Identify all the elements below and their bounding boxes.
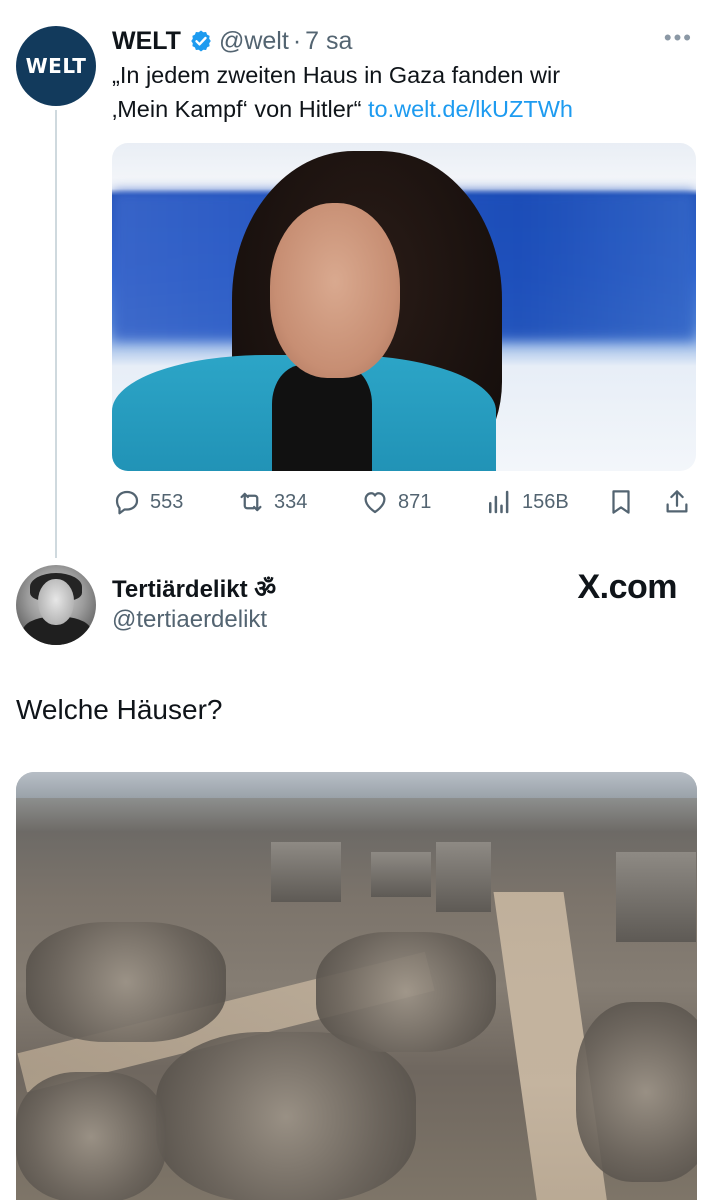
photo-sky — [16, 772, 697, 798]
tweet-link[interactable]: to.welt.de/lkUZTWh — [368, 96, 573, 122]
thread-connector-line — [55, 110, 57, 558]
post-time[interactable]: 7 sa — [305, 27, 352, 56]
bookmark-icon — [612, 490, 630, 514]
photo-turtleneck — [272, 365, 372, 471]
photo-building — [271, 842, 341, 902]
destroyed-city-photo[interactable] — [16, 772, 697, 1200]
author-handle[interactable]: @welt — [219, 27, 289, 56]
reply-icon — [115, 490, 139, 515]
author-name[interactable]: Tertiärdelikt ॐ — [112, 572, 276, 605]
tweet-text-line-1: „In jedem zweiten Haus in Gaza fanden wi… — [112, 62, 561, 88]
welt-avatar[interactable]: WELT — [16, 26, 96, 106]
tweet-media-photo[interactable] — [112, 143, 696, 471]
photo-rubble — [156, 1032, 416, 1200]
verified-badge-icon — [191, 30, 211, 52]
quoted-tweet-text: „In jedem zweiten Haus in Gaza fanden wi… — [112, 58, 692, 126]
reply-button[interactable]: 553 — [112, 482, 183, 522]
view-count: 156B — [522, 490, 569, 513]
photo-rubble — [576, 1002, 697, 1182]
share-icon — [666, 490, 688, 513]
photo-rubble — [26, 922, 226, 1042]
welt-logo: WELT — [25, 54, 87, 78]
photo-building — [616, 852, 696, 942]
photo-face — [270, 203, 400, 378]
photo-rubble — [316, 932, 496, 1052]
like-count: 871 — [398, 490, 432, 513]
repost-button[interactable]: 334 — [236, 482, 307, 522]
quoted-tweet-header: WELT @welt · 7 sa ••• — [112, 24, 693, 58]
more-options-icon[interactable]: ••• — [664, 24, 693, 52]
x-com-watermark: X.com — [577, 568, 677, 606]
tweet-actions-bar: 553 334 871 156B — [112, 482, 696, 522]
bookmark-button[interactable] — [606, 482, 644, 522]
photo-building — [371, 852, 431, 897]
tertiaerdelikt-avatar[interactable] — [16, 565, 96, 645]
views-button[interactable]: 156B — [484, 482, 569, 522]
repost-icon — [240, 492, 262, 512]
tweet-text-line-2: ‚Mein Kampf‘ von Hitler“ — [112, 96, 362, 122]
photo-building — [436, 842, 491, 912]
heart-icon — [364, 492, 386, 514]
photo-rubble — [16, 1072, 166, 1200]
separator-dot: · — [292, 26, 302, 55]
views-chart-icon — [489, 490, 509, 514]
reply-count: 553 — [150, 490, 184, 513]
author-handle[interactable]: @tertiaerdelikt — [112, 606, 267, 634]
like-button[interactable]: 871 — [360, 482, 431, 522]
author-name[interactable]: WELT — [112, 27, 181, 56]
repost-count: 334 — [274, 490, 308, 513]
share-button[interactable] — [662, 482, 700, 522]
main-tweet-text: Welche Häuser? — [16, 694, 223, 725]
avatar-face — [38, 579, 74, 625]
